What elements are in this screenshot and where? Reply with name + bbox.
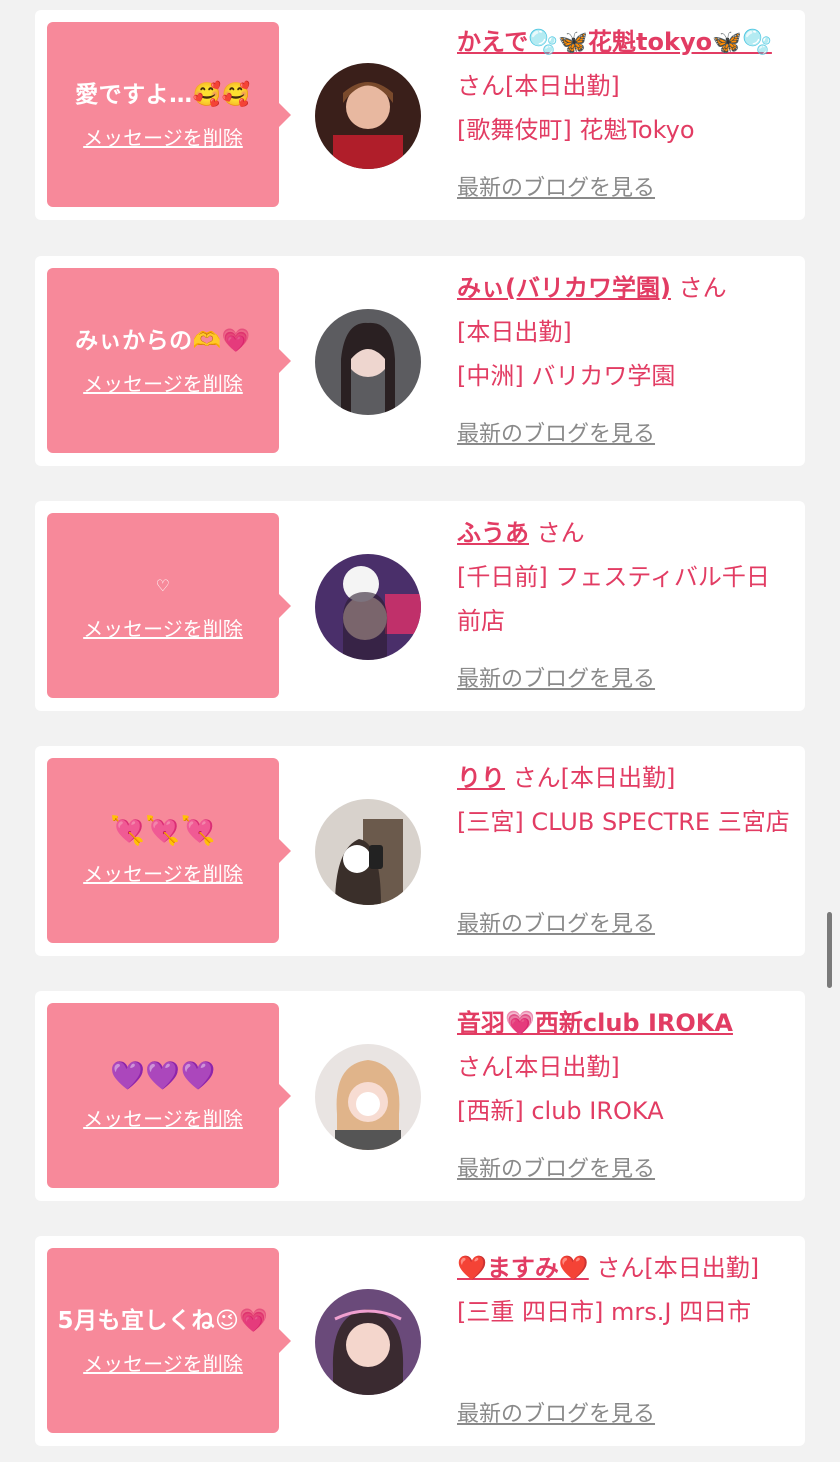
- cast-name-link[interactable]: かえで🫧🦋花魁tokyo🦋🫧: [457, 28, 772, 56]
- cast-info: ❤️ますみ❤️ さん[本日出勤] [三重 四日市] mrs.J 四日市: [457, 1246, 792, 1334]
- delete-message-link[interactable]: メッセージを削除: [83, 858, 243, 887]
- san-suffix: さん: [457, 72, 505, 100]
- shop-info: [千日前] フェスティバル千日前店: [457, 563, 770, 635]
- message-text: 愛ですよ…🥰🥰: [75, 82, 251, 108]
- message-text: 💜💜💜: [109, 1059, 217, 1092]
- work-status: [本日出勤]: [457, 318, 572, 346]
- delete-message-link[interactable]: メッセージを削除: [83, 368, 243, 397]
- san-suffix: さん: [678, 274, 727, 302]
- message-bubble: みぃからの🫶💗 メッセージを削除: [47, 268, 291, 453]
- work-status: [本日出勤]: [644, 1254, 760, 1282]
- message-text: ♡: [155, 576, 171, 595]
- cast-info: りり さん[本日出勤] [三宮] CLUB SPECTRE 三宮店: [457, 756, 792, 844]
- delete-message-link[interactable]: メッセージを削除: [83, 1348, 243, 1377]
- cast-name-link[interactable]: りり: [457, 764, 505, 792]
- shop-info: [三宮] CLUB SPECTRE 三宮店: [457, 808, 790, 836]
- message-bubble: 愛ですよ…🥰🥰 メッセージを削除: [47, 22, 291, 207]
- message-bubble: ♡ メッセージを削除: [47, 513, 291, 698]
- scrollbar[interactable]: [827, 912, 832, 988]
- cast-name-link[interactable]: ❤️ますみ❤️: [457, 1254, 589, 1282]
- message-card: 5月も宜しくね😉💗 メッセージを削除 ❤️ますみ❤️ さん[本日出勤] [三重 …: [35, 1236, 805, 1446]
- cast-info: みぃ(バリカワ学園) さん [本日出勤] [中洲] バリカワ学園: [457, 266, 792, 398]
- avatar[interactable]: [315, 63, 421, 169]
- avatar[interactable]: [315, 554, 421, 660]
- shop-info: [西新] club IROKA: [457, 1097, 664, 1125]
- avatar[interactable]: [315, 1044, 421, 1150]
- delete-message-link[interactable]: メッセージを削除: [83, 613, 243, 642]
- shop-info: [三重 四日市] mrs.J 四日市: [457, 1298, 752, 1326]
- latest-blog-link[interactable]: 最新のブログを見る: [457, 1396, 655, 1428]
- shop-info: [歌舞伎町] 花魁Tokyo: [457, 116, 695, 144]
- avatar[interactable]: [315, 799, 421, 905]
- message-card: 💘💘💘 メッセージを削除 りり さん[本日出勤] [三宮] CLUB SPECT…: [35, 746, 805, 956]
- cast-name-link[interactable]: みぃ(バリカワ学園): [457, 274, 671, 302]
- delete-message-link[interactable]: メッセージを削除: [83, 122, 243, 151]
- work-status: [本日出勤]: [505, 72, 620, 100]
- work-status: [本日出勤]: [560, 764, 676, 792]
- message-text: 💘💘💘: [109, 814, 217, 847]
- cast-info: かえで🫧🦋花魁tokyo🦋🫧 さん[本日出勤] [歌舞伎町] 花魁Tokyo: [457, 20, 792, 152]
- message-bubble: 5月も宜しくね😉💗 メッセージを削除: [47, 1248, 291, 1433]
- avatar[interactable]: [315, 1289, 421, 1395]
- latest-blog-link[interactable]: 最新のブログを見る: [457, 1151, 655, 1183]
- message-card: ♡ メッセージを削除 ふうあ さん [千日前] フェスティバル千日前店 最新のブ…: [35, 501, 805, 711]
- cast-info: ふうあ さん [千日前] フェスティバル千日前店: [457, 511, 792, 643]
- san-suffix: さん: [536, 519, 585, 547]
- message-card: 💜💜💜 メッセージを削除 音羽💗西新club IROKA さん[本日出勤] [西…: [35, 991, 805, 1201]
- message-card: 愛ですよ…🥰🥰 メッセージを削除 かえで🫧🦋花魁tokyo🦋🫧 さん[本日出勤]…: [35, 10, 805, 220]
- message-text: みぃからの🫶💗: [75, 328, 251, 354]
- cast-name-link[interactable]: ふうあ: [457, 519, 529, 547]
- shop-info: [中洲] バリカワ学園: [457, 362, 676, 390]
- work-status: [本日出勤]: [505, 1053, 620, 1081]
- latest-blog-link[interactable]: 最新のブログを見る: [457, 170, 655, 202]
- latest-blog-link[interactable]: 最新のブログを見る: [457, 661, 655, 693]
- san-suffix: さん: [457, 1053, 505, 1081]
- avatar[interactable]: [315, 309, 421, 415]
- delete-message-link[interactable]: メッセージを削除: [83, 1103, 243, 1132]
- message-bubble: 💘💘💘 メッセージを削除: [47, 758, 291, 943]
- cast-name-link[interactable]: 音羽💗西新club IROKA: [457, 1009, 733, 1037]
- san-suffix: さん: [596, 1254, 645, 1282]
- latest-blog-link[interactable]: 最新のブログを見る: [457, 416, 655, 448]
- cast-info: 音羽💗西新club IROKA さん[本日出勤] [西新] club IROKA: [457, 1001, 792, 1133]
- latest-blog-link[interactable]: 最新のブログを見る: [457, 906, 655, 938]
- message-bubble: 💜💜💜 メッセージを削除: [47, 1003, 291, 1188]
- message-text: 5月も宜しくね😉💗: [57, 1308, 269, 1334]
- message-card: みぃからの🫶💗 メッセージを削除 みぃ(バリカワ学園) さん [本日出勤] [中…: [35, 256, 805, 466]
- san-suffix: さん: [512, 764, 561, 792]
